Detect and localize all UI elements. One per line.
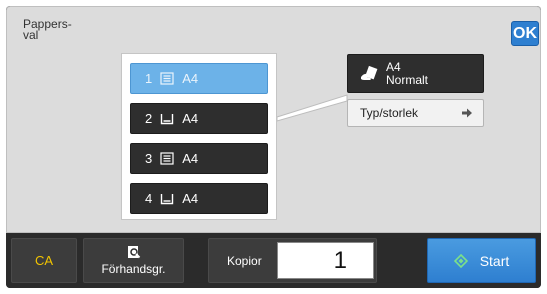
tray-number: 3 [145, 151, 153, 166]
tray-size: A4 [182, 191, 199, 206]
tray-1-button[interactable]: 1 A4 [130, 63, 268, 94]
tray-bin-icon [160, 192, 174, 205]
tray-size: A4 [182, 151, 199, 166]
tray-list: 1 A4 2 A4 3 A4 4 A4 [121, 53, 277, 220]
tray-2-button[interactable]: 2 A4 [130, 103, 268, 134]
ca-button[interactable]: CA [11, 238, 77, 283]
preview-button[interactable]: Förhandsgr. [83, 238, 184, 283]
start-button[interactable]: Start [427, 238, 536, 283]
selected-paper-card[interactable]: A4 Normalt [347, 54, 484, 93]
tray-number: 2 [145, 111, 153, 126]
preview-label: Förhandsgr. [101, 262, 166, 276]
paper-type: Normalt [386, 72, 429, 87]
page-title: Pappers- val [23, 17, 72, 42]
paper-select-panel: Pappers- val OK 1 A4 2 A4 3 A4 4 A4 A4 N… [6, 6, 541, 233]
type-size-button[interactable]: Typ/storlek [347, 99, 484, 127]
paper-select-screen: Pappers- val OK 1 A4 2 A4 3 A4 4 A4 A4 N… [6, 6, 541, 288]
paper-size: A4 [386, 59, 401, 74]
copies-input[interactable]: 1 [277, 242, 374, 279]
tray-size: A4 [182, 111, 199, 126]
diamond-start-icon [453, 253, 468, 268]
tray-size: A4 [182, 71, 199, 86]
tray-bin-icon [160, 112, 174, 125]
start-label: Start [479, 252, 510, 269]
magnifier-preview-icon [127, 245, 141, 259]
ok-button[interactable]: OK [511, 21, 539, 46]
arrow-right-icon [461, 107, 473, 119]
tray-number: 1 [145, 71, 153, 86]
tray-stack-icon [160, 152, 174, 165]
bottom-bar: CA Förhandsgr. Kopior 1 Start [6, 233, 541, 288]
tray-3-button[interactable]: 3 A4 [130, 143, 268, 174]
copies-label: Kopior [227, 254, 262, 268]
copies-control: Kopior 1 [208, 238, 377, 283]
manual-feed-hand-icon [360, 65, 378, 83]
tray-4-button[interactable]: 4 A4 [130, 183, 268, 214]
type-size-label: Typ/storlek [360, 106, 419, 120]
tray-stack-icon [160, 72, 174, 85]
tray-number: 4 [145, 191, 153, 206]
